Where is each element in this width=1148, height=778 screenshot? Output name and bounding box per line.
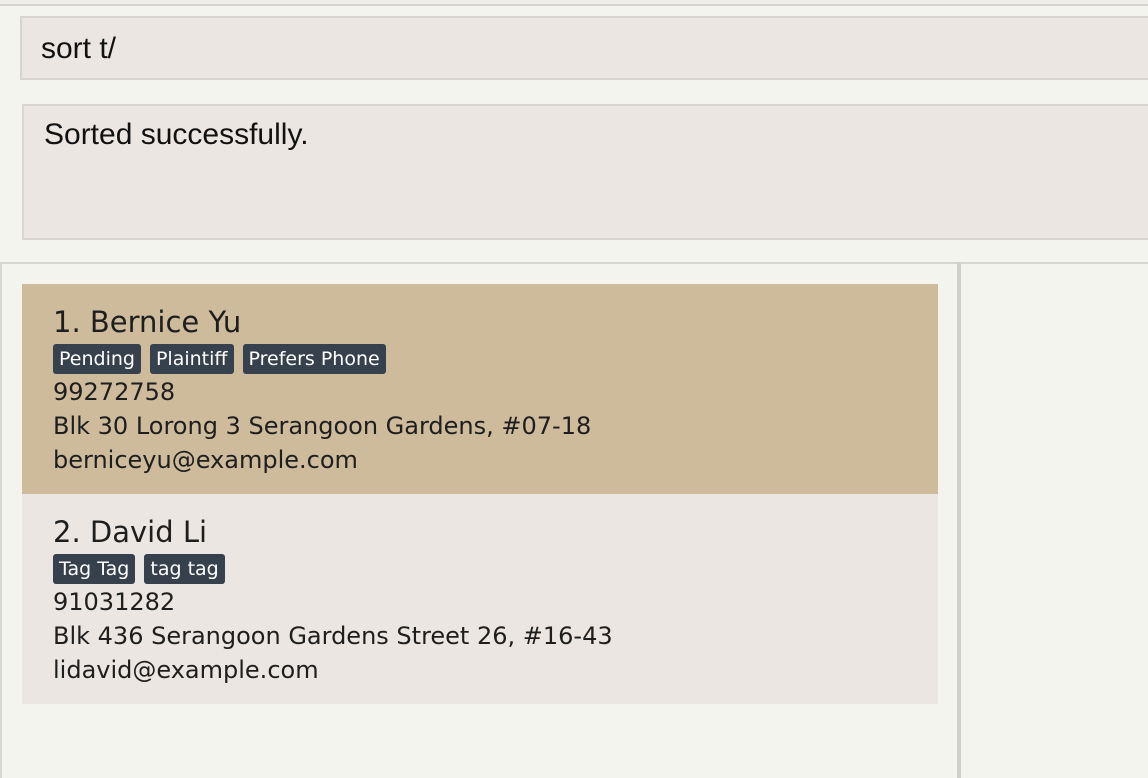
person-phone: 91031282: [53, 588, 176, 616]
command-input[interactable]: [41, 32, 1121, 66]
person-address: Blk 30 Lorong 3 Serangoon Gardens, #07-1…: [53, 412, 592, 440]
person-card-david-li[interactable]: 2. David Li Tag Tag tag tag 91031282 Blk…: [22, 494, 938, 704]
tag: Plaintiff: [149, 344, 234, 374]
person-name: 2. David Li: [53, 515, 208, 549]
person-name: 1. Bernice Yu: [53, 305, 242, 339]
tag-list: Tag Tag tag tag: [53, 554, 938, 584]
person-email: berniceyu@example.com: [53, 446, 358, 474]
list-left-border: [0, 262, 2, 778]
tag: Prefers Phone: [242, 344, 386, 374]
tag: tag tag: [144, 554, 225, 584]
tag-list: Pending Plaintiff Prefers Phone: [53, 344, 938, 374]
person-card-bernice-yu[interactable]: 1. Bernice Yu Pending Plaintiff Prefers …: [22, 284, 938, 494]
person-phone: 99272758: [53, 378, 176, 406]
person-address: Blk 436 Serangoon Gardens Street 26, #16…: [53, 622, 613, 650]
result-text: Sorted successfully.: [44, 118, 309, 151]
person-email: lidavid@example.com: [53, 656, 319, 684]
split-pane-divider[interactable]: [957, 262, 961, 778]
command-box[interactable]: [20, 16, 1148, 80]
result-display[interactable]: Sorted successfully.: [22, 104, 1148, 240]
panel-divider: [0, 262, 1148, 264]
tag: Pending: [53, 344, 141, 374]
tag: Tag Tag: [53, 554, 136, 584]
top-strip: [0, 0, 1148, 6]
person-list[interactable]: 1. Bernice Yu Pending Plaintiff Prefers …: [22, 284, 938, 704]
